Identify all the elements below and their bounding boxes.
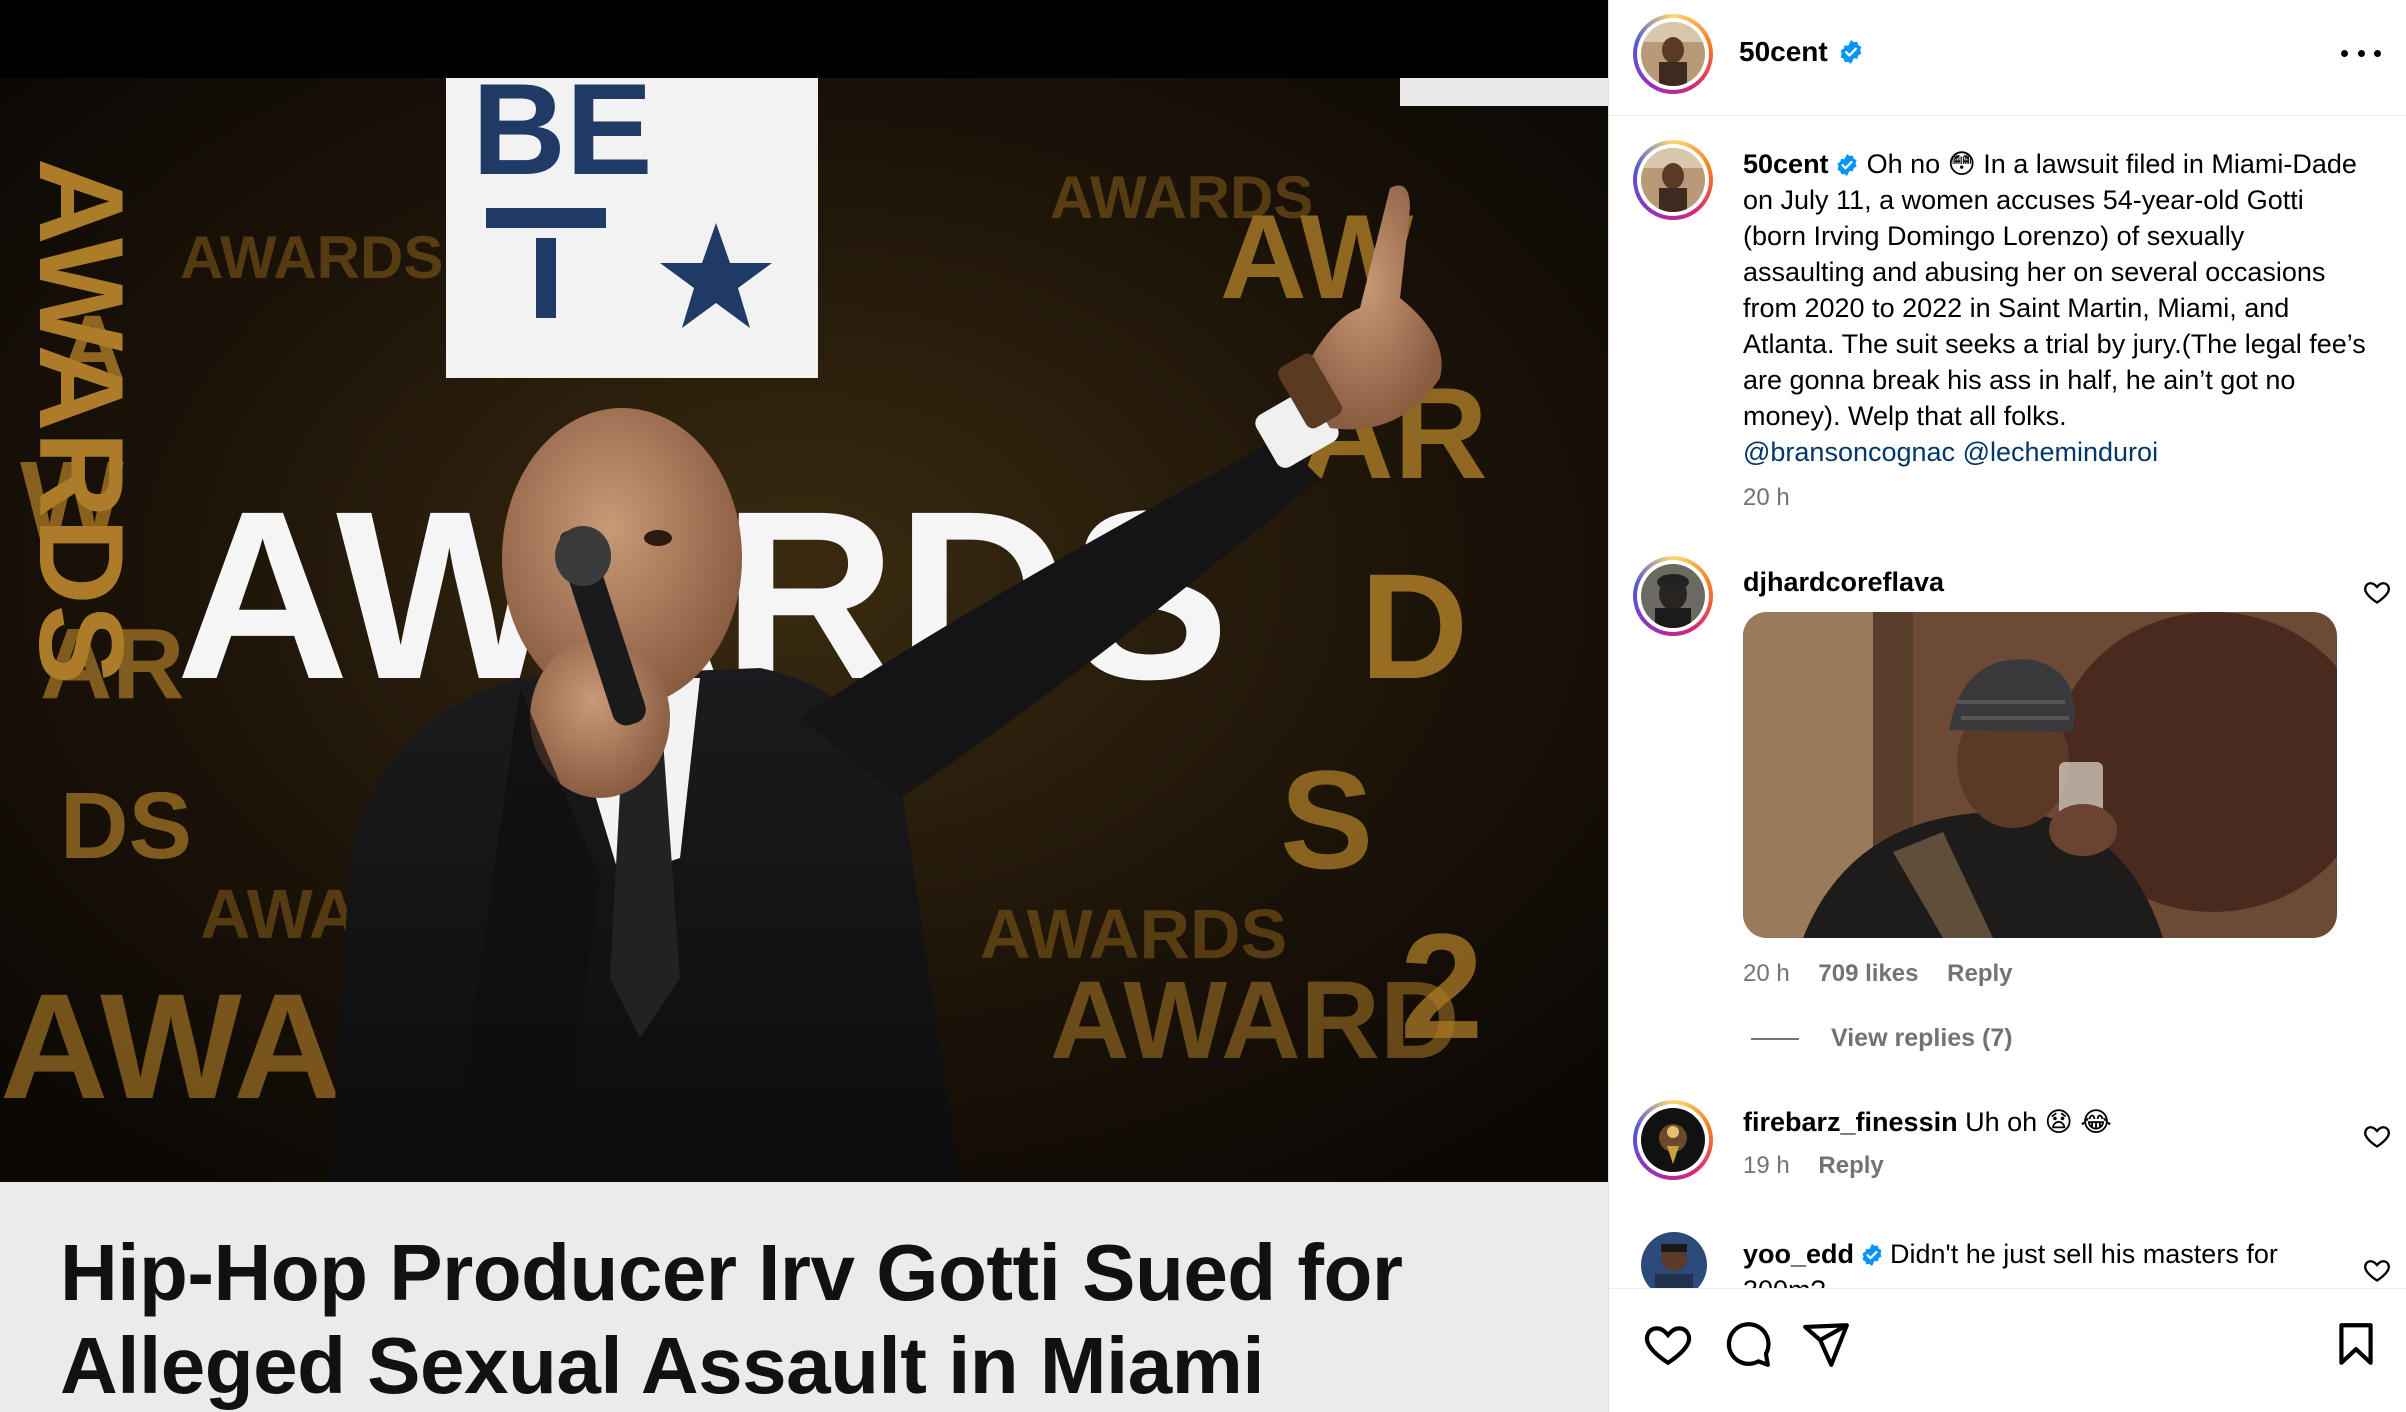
more-options-button[interactable] [2341, 38, 2381, 68]
header-username[interactable]: 50cent [1739, 36, 1828, 67]
svg-text:DS: DS [60, 773, 192, 879]
commenter-avatar[interactable] [1633, 556, 1713, 636]
commenter-username[interactable]: djhardcoreflava [1743, 567, 1944, 597]
reply-button[interactable]: Reply [1947, 960, 2012, 987]
commenter-avatar[interactable] [1633, 1100, 1713, 1180]
more-icon-dot [2341, 49, 2348, 57]
commenter-avatar[interactable] [1641, 1232, 1707, 1288]
headline-panel: Hip-Hop Producer Irv Gotti Sued for Alle… [0, 1182, 1608, 1412]
comment-icon[interactable] [1723, 1319, 1773, 1369]
comment-item: firebarz_finessin Uh oh 😧 😂 19 h Reply [1609, 1100, 2406, 1210]
heart-icon[interactable] [2363, 1122, 2391, 1150]
media-top-bar [0, 0, 1608, 78]
svg-text:AWA: AWA [0, 962, 342, 1130]
svg-text:AWARDS: AWARDS [180, 224, 443, 291]
heart-icon[interactable] [1643, 1319, 1693, 1369]
comment-text-block: yoo_edd Didn't he just sell his masters f… [1743, 1236, 2351, 1288]
svg-text:AWARD: AWARD [1050, 959, 1459, 1082]
post-header: 50cent [1609, 0, 2406, 116]
send-icon[interactable] [1801, 1319, 1851, 1369]
more-icon-dot [2357, 49, 2365, 57]
verified-badge-icon [1840, 40, 1862, 64]
comment-gif[interactable] [1743, 612, 2337, 938]
svg-text:AWARDS: AWARDS [980, 895, 1287, 973]
heart-icon[interactable] [2363, 1256, 2391, 1284]
view-replies-line [1751, 1037, 1799, 1040]
header-username-wrap: 50cent [1739, 36, 1864, 68]
caption-author-avatar[interactable] [1633, 140, 1713, 220]
headline-line-2: Alleged Sexual Assault in Miami [60, 1321, 1265, 1410]
author-avatar[interactable] [1633, 14, 1713, 94]
comment-item: yoo_edd Didn't he just sell his masters f… [1609, 1232, 2406, 1288]
commenter-username[interactable]: yoo_edd [1743, 1239, 1854, 1269]
mention-link[interactable]: @lechemindu­roi [1963, 437, 2159, 467]
post-headline: Hip-Hop Producer Irv Gotti Sued for Alle… [60, 1226, 1560, 1412]
svg-text:AWARDS: AWARDS [1050, 164, 1313, 231]
svg-text:AWARDS: AWARDS [14, 158, 148, 685]
headline-line-1: Hip-Hop Producer Irv Gotti Sued for [60, 1228, 1403, 1317]
caption-row: 50cent Oh no 😳 In a lawsuit filed in Miam… [1609, 140, 2406, 560]
comment-text: Uh oh 😧 😂 [1965, 1107, 2112, 1137]
comment-meta: 19 h Reply [1743, 1148, 2351, 1184]
caption-text-block: 50cent Oh no 😳 In a lawsuit filed in Miam… [1743, 146, 2367, 516]
view-replies-button[interactable]: View replies (7) [1751, 1024, 2013, 1053]
caption-username[interactable]: 50cent [1743, 149, 1829, 179]
svg-text:W: W [20, 439, 124, 562]
svg-text:BE: BE [472, 78, 653, 202]
svg-text:A: A [60, 298, 125, 398]
svg-text:S: S [1280, 741, 1373, 898]
comment-likes[interactable]: 709 likes [1818, 960, 1918, 987]
comment-item: djhardcoreflava 20 h 709 likes Reply [1609, 556, 2406, 987]
comment-time: 20 h [1743, 960, 1790, 987]
caption-time: 20 h [1743, 484, 1790, 511]
verified-badge-icon [1837, 154, 1857, 176]
reply-button[interactable]: Reply [1818, 1152, 1883, 1179]
post-action-bar [1609, 1288, 2406, 1412]
more-icon-dot [2374, 49, 2381, 57]
svg-text:D: D [1360, 542, 1468, 710]
verified-badge-icon [1862, 1244, 1882, 1266]
comment-text-block: djhardcoreflava [1743, 564, 2351, 600]
heart-icon[interactable] [2363, 578, 2391, 606]
comment-time: 19 h [1743, 1152, 1790, 1179]
comments-section: 50cent Oh no 😳 In a lawsuit filed in Miam… [1609, 116, 2406, 1288]
post-photo[interactable]: AWARDS A W AR DS AWA AW AR D S 2 DS AWAR… [0, 78, 1608, 1182]
view-replies-label: View replies (7) [1831, 1024, 2013, 1052]
bookmark-icon[interactable] [2331, 1319, 2381, 1369]
svg-text:AR: AR [40, 608, 184, 720]
comment-text-block: firebarz_finessin Uh oh 😧 😂 19 h Reply [1743, 1104, 2351, 1184]
mention-link[interactable]: @bransoncognac [1743, 437, 1955, 467]
comment-meta: 20 h 709 likes Reply [1743, 960, 2013, 988]
post-media: AWARDS A W AR DS AWA AW AR D S 2 DS AWAR… [0, 0, 1608, 1412]
caption-text: Oh no 😳 In a lawsuit filed in Miami-Dade… [1743, 149, 2366, 431]
post-side-panel: 50cent 50cent Oh no 😳 In a lawsuit filed … [1608, 0, 2406, 1412]
commenter-username[interactable]: firebarz_finessin [1743, 1107, 1958, 1137]
